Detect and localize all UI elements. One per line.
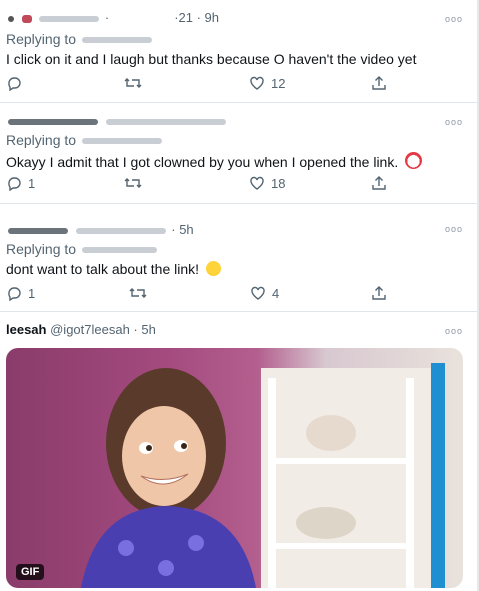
reply-icon xyxy=(8,287,21,301)
reply-button[interactable]: 1 xyxy=(6,175,35,191)
reply-button[interactable] xyxy=(6,75,28,91)
share-icon xyxy=(372,286,386,300)
clown-emoji xyxy=(405,152,423,169)
tweet-3[interactable]: · 5h ooo Replying to dont want to talk a… xyxy=(0,204,477,310)
tweet-header: · ·21 · 9h xyxy=(6,10,219,25)
retweet-button[interactable] xyxy=(129,285,147,301)
more-icon[interactable]: ooo xyxy=(445,117,463,127)
gif-image xyxy=(81,363,445,588)
display-name[interactable]: leesah xyxy=(6,322,46,337)
handle[interactable]: @igot7leesah · 5h xyxy=(50,322,156,337)
replying-to: Replying to xyxy=(6,132,164,148)
share-icon xyxy=(372,176,386,190)
share-button[interactable] xyxy=(371,285,387,301)
tweet-actions: 12 xyxy=(0,75,477,95)
reply-button[interactable]: 1 xyxy=(6,285,35,301)
share-icon xyxy=(372,76,386,90)
retweet-button[interactable] xyxy=(124,175,142,191)
tweet-header: leesah @igot7leesah · 5h xyxy=(6,322,156,337)
reply-icon xyxy=(8,77,21,91)
like-button[interactable]: 12 xyxy=(249,75,285,91)
tweet-header: · 5h xyxy=(6,222,194,237)
retweet-icon xyxy=(124,178,142,188)
share-button[interactable] xyxy=(371,175,387,191)
tweet-1[interactable]: · ·21 · 9h ooo Replying to I click on it… xyxy=(0,0,477,102)
more-icon[interactable]: ooo xyxy=(445,326,463,336)
retweet-icon xyxy=(124,78,142,88)
more-icon[interactable]: ooo xyxy=(445,14,463,24)
tweet-header xyxy=(6,113,228,128)
gif-badge: GIF xyxy=(16,564,45,580)
replying-to: Replying to xyxy=(6,31,154,47)
tweet-2[interactable]: ooo Replying to Okayy I admit that I got… xyxy=(0,103,477,203)
tweet-text: dont want to talk about the link! xyxy=(6,261,221,277)
tweet-text: Okayy I admit that I got clowned by you … xyxy=(6,152,423,170)
like-button[interactable]: 4 xyxy=(250,285,279,301)
retweet-icon xyxy=(129,288,147,298)
like-button[interactable]: 18 xyxy=(249,175,285,191)
laughing-emoji xyxy=(205,261,221,276)
tweet-actions: 1 18 xyxy=(0,175,477,195)
reply-icon xyxy=(8,177,21,191)
like-icon xyxy=(251,286,265,300)
more-icon[interactable]: ooo xyxy=(445,224,463,234)
like-icon xyxy=(250,176,264,190)
like-icon xyxy=(250,76,264,90)
tweet-text: I click on it and I laugh but thanks bec… xyxy=(6,51,417,67)
retweet-button[interactable] xyxy=(124,75,142,91)
share-button[interactable] xyxy=(371,75,387,91)
replying-to: Replying to xyxy=(6,241,159,257)
gif-media[interactable]: GIF xyxy=(6,348,463,588)
tweet-actions: 1 4 xyxy=(0,285,477,305)
